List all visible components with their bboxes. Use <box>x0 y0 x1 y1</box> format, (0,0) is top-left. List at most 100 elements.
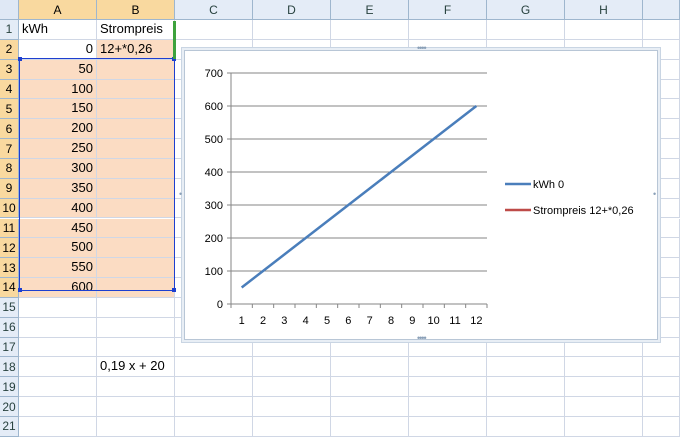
row-header-21[interactable]: 21 <box>0 417 19 437</box>
row-header-14[interactable]: 14 <box>0 278 19 298</box>
cell-b16[interactable] <box>97 317 175 338</box>
cell-a11[interactable]: 450 <box>19 218 97 239</box>
cell-a5[interactable]: 150 <box>19 99 97 120</box>
row-header-11[interactable]: 11 <box>0 218 19 239</box>
cell-b10[interactable] <box>97 198 175 219</box>
cell-h19[interactable] <box>565 377 643 398</box>
cell-a19[interactable] <box>19 377 97 398</box>
cell-c19[interactable] <box>175 377 253 398</box>
cell-h21[interactable] <box>565 417 643 437</box>
row-header-20[interactable]: 20 <box>0 397 19 417</box>
cell-b13[interactable] <box>97 258 175 279</box>
cell-f20[interactable] <box>409 397 487 417</box>
cell-a20[interactable] <box>19 397 97 417</box>
cell-c1[interactable] <box>175 20 253 40</box>
cell-b4[interactable] <box>97 79 175 100</box>
cell-b12[interactable] <box>97 238 175 259</box>
column-header-h[interactable]: H <box>565 0 643 20</box>
row-header-2[interactable]: 2 <box>0 39 19 60</box>
row-header-15[interactable]: 15 <box>0 297 19 318</box>
row-header-1[interactable]: 1 <box>0 20 19 40</box>
column-header-d[interactable]: D <box>253 0 331 20</box>
cell-a10[interactable]: 400 <box>19 198 97 219</box>
row-header-7[interactable]: 7 <box>0 139 19 159</box>
line-chart[interactable]: 0 100 200 300 400 500 600 700 1 2 3 4 5 6 7 8 9 10 11 12 kWh… <box>179 44 658 343</box>
row-header-18[interactable]: 18 <box>0 357 19 378</box>
row-header-17[interactable]: 17 <box>0 337 19 358</box>
cell-a2[interactable]: 0 <box>19 39 97 60</box>
cell-a6[interactable]: 200 <box>19 119 97 140</box>
cell-a3[interactable]: 50 <box>19 59 97 80</box>
select-all-corner[interactable] <box>0 0 19 20</box>
cell-b3[interactable] <box>97 59 175 80</box>
row-header-10[interactable]: 10 <box>0 198 19 219</box>
row-header-12[interactable]: 12 <box>0 238 19 259</box>
cell-a8[interactable]: 300 <box>19 158 97 179</box>
cell-g20[interactable] <box>487 397 565 417</box>
cell-d1[interactable] <box>253 20 331 40</box>
cell-b9[interactable] <box>97 178 175 199</box>
cell-e21[interactable] <box>331 417 409 437</box>
cell-b20[interactable] <box>97 397 175 417</box>
cell-d18[interactable] <box>253 357 331 378</box>
cell-g21[interactable] <box>487 417 565 437</box>
cell-a17[interactable] <box>19 337 97 358</box>
cell-a15[interactable] <box>19 297 97 318</box>
cell-b1[interactable]: Strompreis <box>97 20 175 40</box>
cell-e1[interactable] <box>331 20 409 40</box>
cell-f19[interactable] <box>409 377 487 398</box>
cell-a7[interactable]: 250 <box>19 139 97 159</box>
row-header-3[interactable]: 3 <box>0 59 19 80</box>
chart-resize-handle[interactable]: • <box>653 190 656 199</box>
cell-g19[interactable] <box>487 377 565 398</box>
row-header-13[interactable]: 13 <box>0 258 19 279</box>
cell-h20[interactable] <box>565 397 643 417</box>
cell-g18[interactable] <box>487 357 565 378</box>
cell-e18[interactable] <box>331 357 409 378</box>
cell-a9[interactable]: 350 <box>19 178 97 199</box>
cell-g1[interactable] <box>487 20 565 40</box>
column-header-e[interactable]: E <box>331 0 409 20</box>
row-header-6[interactable]: 6 <box>0 119 19 140</box>
cell-c18[interactable] <box>175 357 253 378</box>
chart-resize-handle[interactable]: • <box>179 190 182 199</box>
cell-d19[interactable] <box>253 377 331 398</box>
cell-a12[interactable]: 500 <box>19 238 97 259</box>
cell-f21[interactable] <box>409 417 487 437</box>
cell-b17[interactable] <box>97 337 175 358</box>
cell-h1[interactable] <box>565 20 643 40</box>
cell-c20[interactable] <box>175 397 253 417</box>
row-header-4[interactable]: 4 <box>0 79 19 100</box>
column-header-i-partial[interactable] <box>643 0 680 20</box>
selection-handle[interactable] <box>18 57 22 61</box>
cell-f18[interactable] <box>409 357 487 378</box>
row-header-19[interactable]: 19 <box>0 377 19 398</box>
cell-a4[interactable]: 100 <box>19 79 97 100</box>
cell-a1[interactable]: kWh <box>19 20 97 40</box>
cell-a21[interactable] <box>19 417 97 437</box>
column-header-a[interactable]: A <box>19 0 97 20</box>
cell-b11[interactable] <box>97 218 175 239</box>
cell-c21[interactable] <box>175 417 253 437</box>
cell-b18[interactable]: 0,19 x + 20 <box>97 357 175 378</box>
selection-handle[interactable] <box>18 288 22 292</box>
cell-b5[interactable] <box>97 99 175 120</box>
cell-d21[interactable] <box>253 417 331 437</box>
cell-b21[interactable] <box>97 417 175 437</box>
cell-a13[interactable]: 550 <box>19 258 97 279</box>
cell-h18[interactable] <box>565 357 643 378</box>
cell-b8[interactable] <box>97 158 175 179</box>
chart-resize-handle[interactable]: •••• <box>417 44 427 53</box>
cell-b14[interactable] <box>97 278 175 298</box>
cell-d20[interactable] <box>253 397 331 417</box>
column-header-f[interactable]: F <box>409 0 487 20</box>
row-header-5[interactable]: 5 <box>0 99 19 120</box>
column-header-c[interactable]: C <box>175 0 253 20</box>
selection-handle[interactable] <box>172 288 176 292</box>
column-header-b[interactable]: B <box>97 0 175 20</box>
chart-resize-handle[interactable]: •••• <box>417 334 427 343</box>
cell-b2[interactable]: 12+*0,26 <box>97 39 175 60</box>
column-header-g[interactable]: G <box>487 0 565 20</box>
cell-a18[interactable] <box>19 357 97 378</box>
cell-b19[interactable] <box>97 377 175 398</box>
